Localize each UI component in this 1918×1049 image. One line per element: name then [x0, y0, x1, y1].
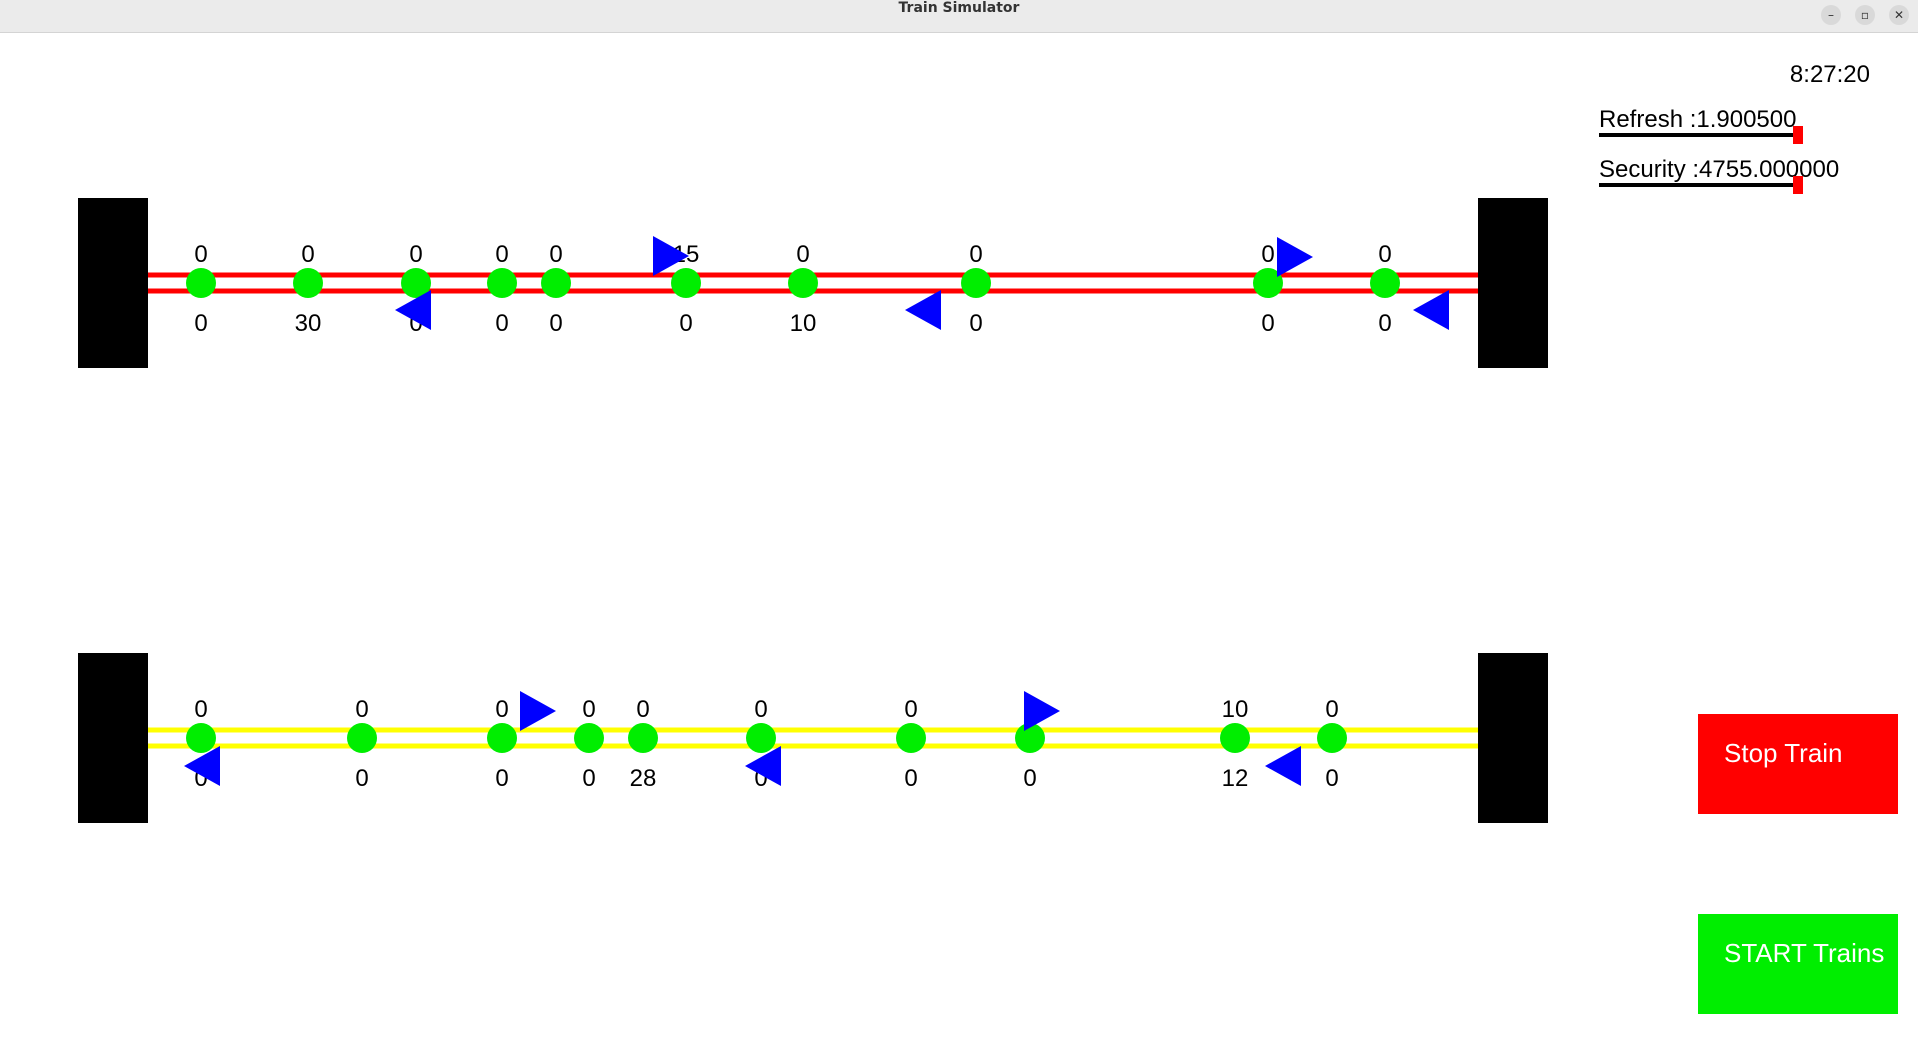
terminal-right: [1478, 653, 1548, 823]
station-7[interactable]: [788, 268, 818, 298]
train-right-1[interactable]: [520, 691, 556, 731]
station-5-count-bottom: 28: [630, 765, 657, 792]
train-right-2[interactable]: [1024, 691, 1060, 731]
station-4[interactable]: [487, 268, 517, 298]
window-title: Train Simulator: [898, 0, 1020, 16]
station-8-count-bottom: 0: [1023, 765, 1036, 792]
station-1-count-bottom: 0: [194, 310, 207, 337]
station-2[interactable]: [347, 723, 377, 753]
station-9-count-bottom: 12: [1222, 765, 1249, 792]
station-3-count-top: 0: [495, 696, 508, 723]
security-slider-handle[interactable]: [1793, 176, 1803, 194]
station-9-count-bottom: 0: [1261, 310, 1274, 337]
tracks-layer: 0003000000015001000000000000000028000000…: [78, 198, 1548, 823]
refresh-label: Refresh :1.900500: [1599, 106, 1796, 133]
station-7-count-bottom: 10: [790, 310, 817, 337]
station-5-count-top: 0: [636, 696, 649, 723]
security-control: Security :4755.000000: [1599, 156, 1839, 194]
station-3-count-top: 0: [409, 241, 422, 268]
station-8-count-top: 0: [969, 241, 982, 268]
station-4-count-top: 0: [582, 696, 595, 723]
refresh-slider-handle[interactable]: [1793, 126, 1803, 144]
terminal-right: [1478, 198, 1548, 368]
station-2[interactable]: [293, 268, 323, 298]
terminal-left: [78, 653, 148, 823]
train-right-2[interactable]: [1277, 237, 1313, 277]
station-2-count-top: 0: [355, 696, 368, 723]
station-5[interactable]: [628, 723, 658, 753]
train-left-5[interactable]: [1265, 746, 1301, 786]
station-1[interactable]: [186, 723, 216, 753]
station-6[interactable]: [746, 723, 776, 753]
terminal-left: [78, 198, 148, 368]
refresh-slider-track[interactable]: [1599, 133, 1796, 137]
station-1-count-top: 0: [194, 241, 207, 268]
station-10-count-bottom: 0: [1378, 310, 1391, 337]
close-icon[interactable]: ✕: [1889, 5, 1909, 25]
station-4-count-bottom: 0: [495, 310, 508, 337]
station-2-count-bottom: 30: [295, 310, 322, 337]
station-4-count-bottom: 0: [582, 765, 595, 792]
station-8-count-bottom: 0: [969, 310, 982, 337]
station-5-count-bottom: 0: [549, 310, 562, 337]
station-1[interactable]: [186, 268, 216, 298]
simulator-canvas: 8:27:20 Refresh :1.900500 Security :4755…: [0, 33, 1918, 1049]
station-7[interactable]: [896, 723, 926, 753]
station-3[interactable]: [487, 723, 517, 753]
station-5-count-top: 0: [549, 241, 562, 268]
station-7-count-top: 0: [904, 696, 917, 723]
station-9[interactable]: [1220, 723, 1250, 753]
station-1-count-top: 0: [194, 696, 207, 723]
station-6[interactable]: [671, 268, 701, 298]
station-10-count-bottom: 0: [1325, 765, 1338, 792]
station-6-count-top: 0: [754, 696, 767, 723]
station-3-count-bottom: 0: [495, 765, 508, 792]
station-10-count-top: 0: [1325, 696, 1338, 723]
station-4[interactable]: [574, 723, 604, 753]
station-10[interactable]: [1317, 723, 1347, 753]
train-left-5[interactable]: [1413, 290, 1449, 330]
station-10-count-top: 0: [1378, 241, 1391, 268]
security-slider-track[interactable]: [1599, 183, 1796, 187]
station-2-count-top: 0: [301, 241, 314, 268]
station-2-count-bottom: 0: [355, 765, 368, 792]
track-view: 8:27:20 Refresh :1.900500 Security :4755…: [78, 61, 1870, 823]
station-5[interactable]: [541, 268, 571, 298]
train-left-4[interactable]: [905, 290, 941, 330]
station-9-count-top: 0: [1261, 241, 1274, 268]
restore-icon[interactable]: ▫: [1855, 5, 1875, 25]
station-8[interactable]: [961, 268, 991, 298]
security-label: Security :4755.000000: [1599, 156, 1839, 183]
window-titlebar: Train Simulator – ▫ ✕: [0, 0, 1918, 33]
track-top: 00030000000150010000000: [78, 198, 1548, 368]
minimize-icon[interactable]: –: [1821, 5, 1841, 25]
track-bottom: 00000000028000000101200: [78, 653, 1548, 823]
station-9-count-top: 10: [1222, 696, 1249, 723]
station-7-count-top: 0: [796, 241, 809, 268]
stop-train-button[interactable]: Stop Train: [1698, 714, 1898, 814]
start-trains-button[interactable]: START Trains: [1698, 914, 1898, 1014]
refresh-control: Refresh :1.900500: [1599, 106, 1803, 144]
station-6-count-bottom: 0: [679, 310, 692, 337]
station-10[interactable]: [1370, 268, 1400, 298]
station-7-count-bottom: 0: [904, 765, 917, 792]
station-4-count-top: 0: [495, 241, 508, 268]
clock-display: 8:27:20: [1790, 61, 1870, 88]
